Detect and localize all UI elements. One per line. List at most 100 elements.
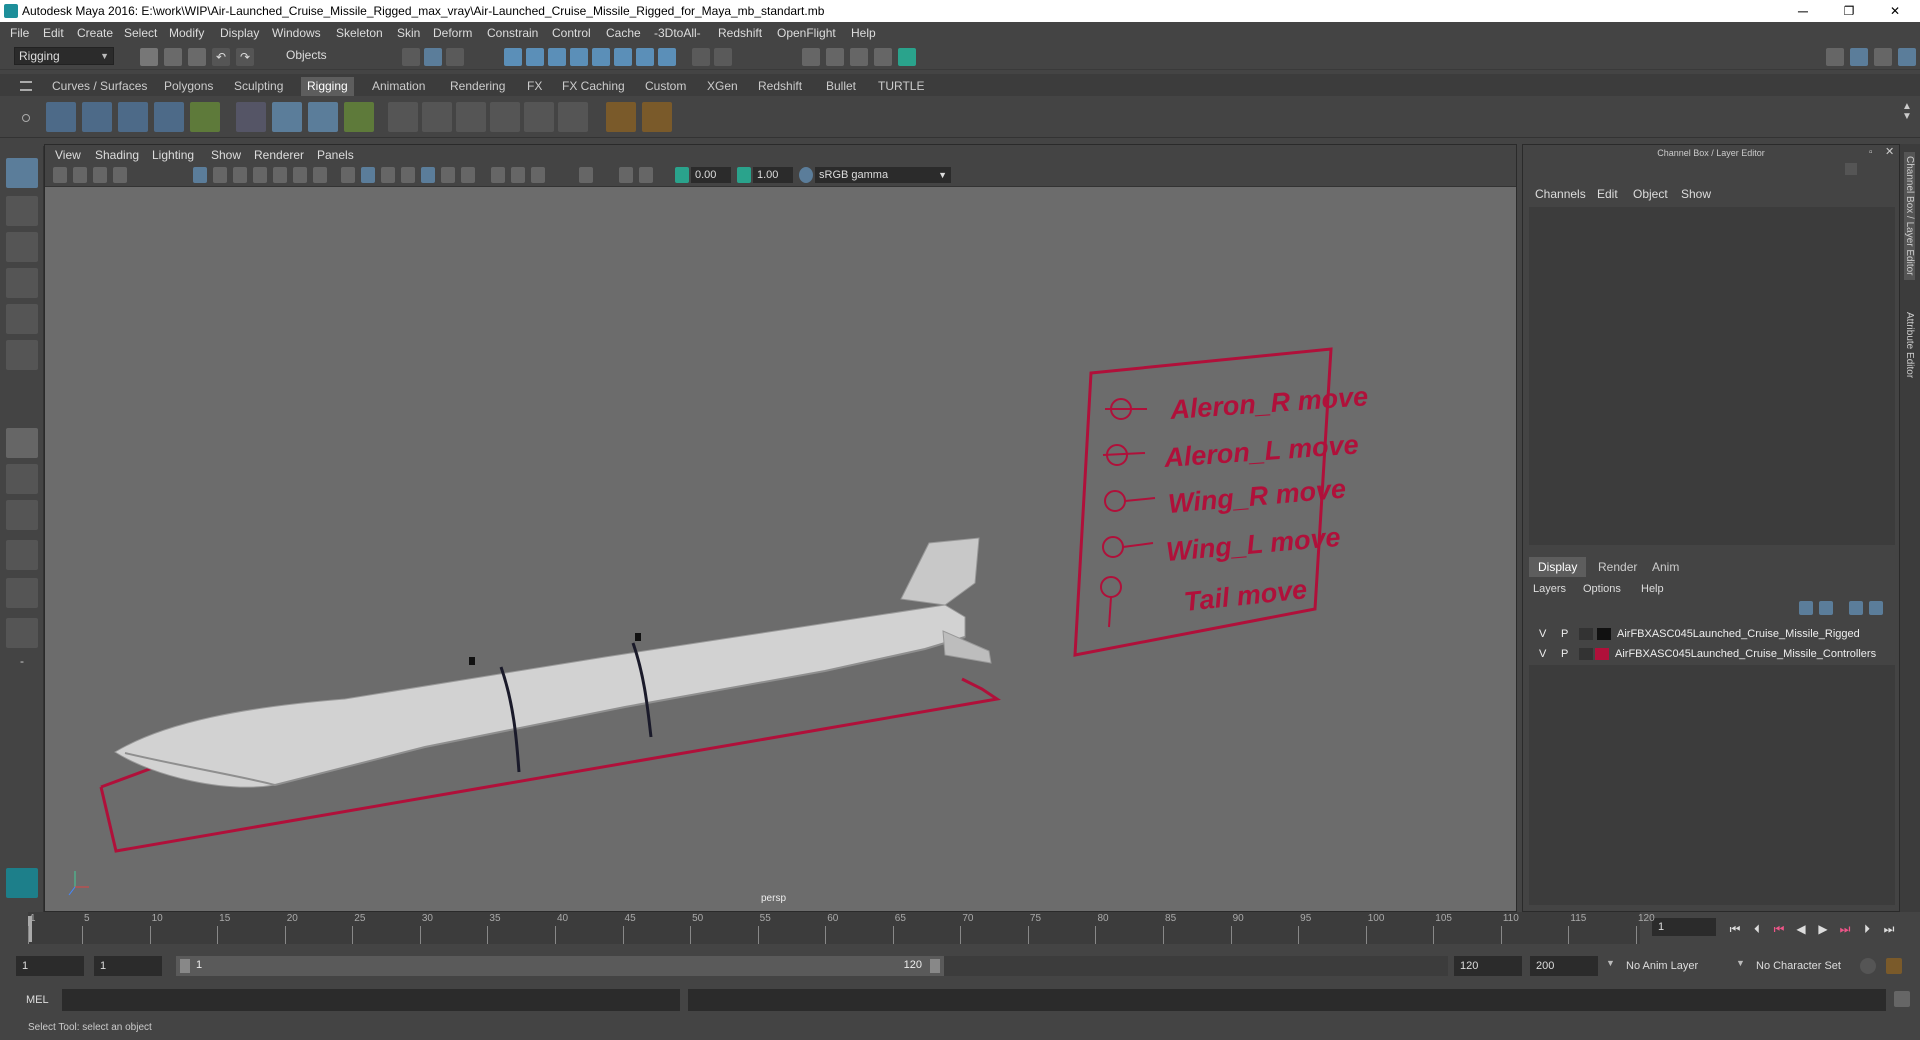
exposure-icon[interactable]: [675, 167, 689, 183]
side-tab-attribute-editor[interactable]: Attribute Editor: [1904, 312, 1915, 378]
graph-editor-layout-icon[interactable]: [6, 578, 38, 608]
tab-rigging[interactable]: Rigging: [301, 77, 354, 96]
layer-playback-toggle[interactable]: P: [1561, 625, 1568, 643]
go-to-start-icon[interactable]: ⏮: [1728, 922, 1742, 936]
vp-menu-view[interactable]: View: [55, 148, 81, 162]
layer-color-swatch[interactable]: [1597, 628, 1611, 640]
pole-vector-constraint-icon[interactable]: [558, 102, 588, 132]
textured-icon[interactable]: [401, 167, 415, 183]
go-to-end-icon[interactable]: ⏭: [1882, 922, 1896, 936]
menu-set-dropdown[interactable]: Rigging ▼: [14, 47, 114, 65]
menu-modify[interactable]: Modify: [169, 26, 204, 40]
construction-history-icon[interactable]: [636, 48, 654, 66]
vp-menu-renderer[interactable]: Renderer: [254, 148, 304, 162]
make-live-icon[interactable]: [592, 48, 610, 66]
tab-custom[interactable]: Custom: [639, 77, 692, 96]
outliner-layout-icon[interactable]: [6, 540, 38, 570]
step-forward-frame-icon[interactable]: ⏵: [1860, 922, 1874, 936]
tab-fx[interactable]: FX: [521, 77, 548, 96]
tab-curves-surfaces[interactable]: Curves / Surfaces: [46, 77, 153, 96]
range-slider-track[interactable]: [944, 956, 1448, 976]
color-management-icon[interactable]: [799, 167, 813, 183]
playback-end-field[interactable]: 120: [1454, 956, 1522, 976]
rotate-tool-icon[interactable]: [6, 304, 38, 334]
undo-icon[interactable]: ↶: [212, 48, 230, 66]
menu-constrain[interactable]: Constrain: [487, 26, 538, 40]
gamma-field[interactable]: 1.00: [753, 167, 793, 183]
locator-icon[interactable]: [606, 102, 636, 132]
character-set-dropdown[interactable]: No Character Set: [1756, 960, 1841, 972]
more-layouts-icon[interactable]: -: [6, 654, 38, 684]
script-editor-icon[interactable]: [1894, 991, 1910, 1007]
wing-r-control-icon[interactable]: [1104, 490, 1126, 512]
tab-animation[interactable]: Animation: [366, 77, 431, 96]
menu-file[interactable]: File: [10, 26, 29, 40]
wireframe-on-shaded-icon[interactable]: [381, 167, 395, 183]
redo-icon[interactable]: ↷: [236, 48, 254, 66]
input-output-icon[interactable]: [658, 48, 676, 66]
layer-tab-display[interactable]: Display: [1529, 557, 1587, 577]
depth-of-field-icon[interactable]: [531, 167, 545, 183]
lasso-tool-icon[interactable]: [6, 196, 38, 226]
scale-tool-icon[interactable]: [6, 340, 38, 370]
menu-edit[interactable]: Edit: [43, 26, 64, 40]
snap-curve-icon[interactable]: [526, 48, 544, 66]
float-panel-icon[interactable]: ▫: [1869, 147, 1873, 158]
channel-box-toggle-icon[interactable]: [1898, 48, 1916, 66]
new-scene-icon[interactable]: [140, 48, 158, 66]
menu-display[interactable]: Display: [220, 26, 259, 40]
move-layer-up-icon[interactable]: [1799, 601, 1813, 615]
play-backwards-icon[interactable]: ◀: [1794, 922, 1808, 936]
menu-3dtoall[interactable]: -3DtoAll-: [654, 26, 701, 40]
new-empty-layer-icon[interactable]: [1849, 601, 1863, 615]
select-by-hierarchy-icon[interactable]: [402, 48, 420, 66]
layer-color-swatch[interactable]: [1595, 648, 1609, 660]
gate-mask-icon[interactable]: [253, 167, 267, 183]
menu-cache[interactable]: Cache: [606, 26, 641, 40]
range-slider[interactable]: 1 120: [176, 956, 944, 976]
tab-bullet[interactable]: Bullet: [820, 77, 862, 96]
use-all-lights-icon[interactable]: [421, 167, 435, 183]
maya-home-icon[interactable]: [6, 868, 38, 898]
resolution-gate-icon[interactable]: [233, 167, 247, 183]
step-forward-key-icon[interactable]: ⏭: [1838, 922, 1852, 936]
layer-visibility-toggle[interactable]: V: [1539, 625, 1546, 643]
close-panel-icon[interactable]: ✕: [1885, 145, 1894, 158]
wireframe-icon[interactable]: [341, 167, 355, 183]
layer-playback-toggle[interactable]: P: [1561, 645, 1568, 663]
motion-blur-icon[interactable]: [491, 167, 505, 183]
layer-tab-anim[interactable]: Anim: [1643, 557, 1688, 577]
select-highlight-icon[interactable]: [714, 48, 732, 66]
step-back-frame-icon[interactable]: ⏴: [1750, 922, 1764, 936]
cb-menu-channels[interactable]: Channels: [1535, 187, 1586, 201]
tool-settings-toggle-icon[interactable]: [1874, 48, 1892, 66]
cb-menu-object[interactable]: Object: [1633, 187, 1668, 201]
missile-rear-fin[interactable]: [942, 630, 992, 664]
layer-visibility-toggle[interactable]: V: [1539, 645, 1546, 663]
ik-fk-switch-icon[interactable]: [642, 102, 672, 132]
paint-select-tool-icon[interactable]: [6, 232, 38, 262]
time-slider[interactable]: 1 ⏮ ⏴ ⏮ ◀ ▶ ⏭ ⏵ ⏭ 1 5 10 15 20 25 30 35 40 45 50 55…: [0, 912, 1920, 948]
render-settings-icon[interactable]: [874, 48, 892, 66]
command-input[interactable]: [62, 989, 680, 1011]
ik-handle-icon[interactable]: [82, 102, 112, 132]
open-scene-icon[interactable]: [164, 48, 182, 66]
play-forwards-icon[interactable]: ▶: [1816, 922, 1830, 936]
snap-surface-icon[interactable]: [614, 48, 632, 66]
current-frame-field[interactable]: 1: [1652, 918, 1716, 936]
attribute-editor-toggle-icon[interactable]: [1850, 48, 1868, 66]
grid-toggle-icon[interactable]: [193, 167, 207, 183]
select-by-object-type-icon[interactable]: [424, 48, 442, 66]
step-back-key-icon[interactable]: ⏮: [1772, 922, 1786, 936]
perspective-viewport[interactable]: View Shading Lighting Show Renderer Pane…: [44, 144, 1517, 912]
vp-menu-lighting[interactable]: Lighting: [152, 148, 194, 162]
bind-skin-icon[interactable]: [190, 102, 220, 132]
scale-constraint-icon[interactable]: [490, 102, 520, 132]
restore-button[interactable]: ❐: [1826, 0, 1872, 22]
shelf-menu-icon[interactable]: [20, 81, 32, 91]
select-by-component-icon[interactable]: [446, 48, 464, 66]
joint-tool-icon[interactable]: [46, 102, 76, 132]
move-tool-icon[interactable]: [6, 268, 38, 298]
point-constraint-icon[interactable]: [422, 102, 452, 132]
camera-attributes-icon[interactable]: [73, 167, 87, 183]
